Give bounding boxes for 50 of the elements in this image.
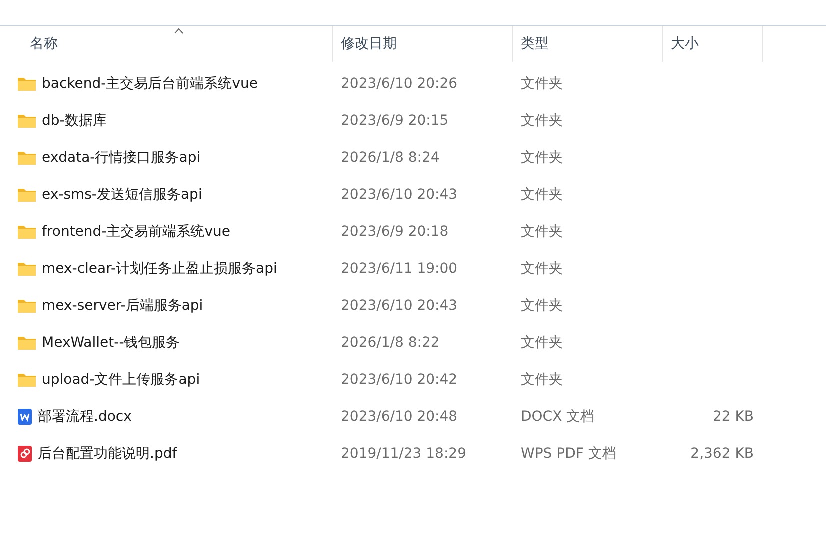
folder-icon	[17, 224, 37, 240]
file-type: 文件夹	[521, 370, 563, 388]
folder-icon	[17, 186, 37, 202]
modified-date: 2023/6/10 20:26	[341, 76, 458, 92]
file-type: 文件夹	[521, 222, 563, 240]
file-name[interactable]: ex-sms-发送短信服务api	[42, 186, 202, 204]
file-name[interactable]: MexWallet--钱包服务	[42, 334, 180, 352]
pdf-icon	[17, 444, 33, 462]
file-type: 文件夹	[521, 74, 563, 92]
file-name[interactable]: backend-主交易后台前端系统vue	[42, 74, 258, 92]
file-name[interactable]: mex-server-后端服务api	[42, 296, 204, 314]
file-type: DOCX 文档	[521, 408, 595, 426]
document-icon	[17, 408, 33, 426]
file-name[interactable]: exdata-行情接口服务api	[42, 148, 201, 166]
file-type: WPS PDF 文档	[521, 444, 616, 462]
modified-date: 2026/1/8 8:24	[341, 150, 440, 166]
folder-icon	[17, 260, 37, 276]
file-name[interactable]: 后台配置功能说明.pdf	[38, 444, 178, 462]
file-type: 文件夹	[521, 112, 563, 130]
column-header[interactable]: 类型	[513, 26, 663, 62]
modified-date: 2023/6/9 20:15	[341, 112, 449, 128]
column-header[interactable]: 名称	[0, 26, 333, 62]
file-name[interactable]: mex-clear-计划任务止盈止损服务api	[42, 260, 278, 278]
file-type: 文件夹	[521, 148, 563, 166]
folder-icon	[17, 298, 37, 314]
folder-icon	[17, 76, 37, 92]
file-size: 2,362 KB	[690, 446, 754, 462]
modified-date: 2023/6/10 20:43	[341, 298, 458, 314]
folder-icon	[17, 372, 37, 388]
modified-date: 2019/11/23 18:29	[341, 446, 466, 462]
modified-date: 2023/6/11 19:00	[341, 260, 458, 276]
file-name[interactable]: db-数据库	[42, 112, 107, 130]
folder-icon	[17, 112, 37, 128]
modified-date: 2023/6/10 20:43	[341, 186, 458, 202]
file-name[interactable]: upload-文件上传服务api	[42, 370, 200, 388]
file-type: 文件夹	[521, 334, 563, 352]
file-type: 文件夹	[521, 186, 563, 204]
modified-date: 2023/6/10 20:48	[341, 408, 458, 424]
file-type: 文件夹	[521, 260, 563, 278]
file-name[interactable]: 部署流程.docx	[38, 408, 132, 426]
file-type: 文件夹	[521, 296, 563, 314]
file-size: 22 KB	[712, 408, 754, 424]
file-name[interactable]: frontend-主交易前端系统vue	[42, 222, 231, 240]
folder-icon	[17, 334, 37, 350]
modified-date: 2023/6/10 20:42	[341, 372, 458, 388]
column-header[interactable]: 修改日期	[333, 26, 513, 62]
modified-date: 2026/1/8 8:22	[341, 334, 440, 350]
column-header[interactable]: 大小	[663, 26, 763, 62]
folder-icon	[17, 150, 37, 166]
modified-date: 2023/6/9 20:18	[341, 224, 449, 240]
